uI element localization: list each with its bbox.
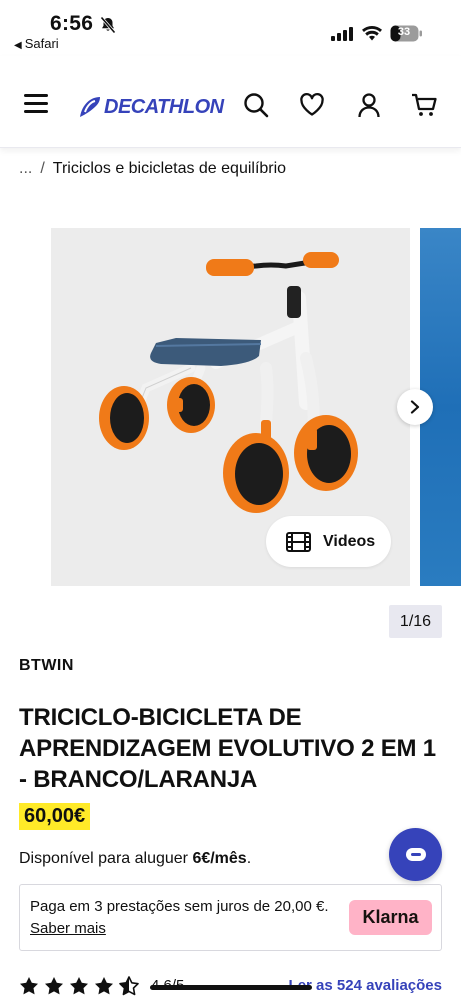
- breadcrumb-current[interactable]: Triciclos e bicicletas de equilíbrio: [53, 160, 286, 177]
- search-icon[interactable]: [243, 92, 269, 118]
- klarna-text: Paga em 3 prestações sem juros de 20,00 …: [30, 896, 335, 940]
- klarna-learn-more-link[interactable]: Saber mais: [30, 920, 106, 937]
- image-counter: 1/16: [389, 605, 442, 638]
- star-full-icon: [95, 977, 113, 995]
- star-full-icon: [70, 977, 88, 995]
- decathlon-logo-icon: [80, 97, 100, 117]
- klarna-message: Paga em 3 prestações sem juros de 20,00 …: [30, 898, 329, 915]
- star-rating: [19, 976, 144, 996]
- hamburger-menu-icon[interactable]: [24, 94, 48, 114]
- videos-button[interactable]: Videos: [266, 516, 391, 567]
- product-price: 60,00€: [19, 803, 91, 830]
- videos-label: Videos: [323, 532, 376, 550]
- rental-info: Disponível para aluguer 6€/mês.: [19, 850, 251, 868]
- star-half-icon: [119, 976, 139, 996]
- cellular-signal-icon: [331, 27, 353, 41]
- bell-muted-icon: [100, 16, 116, 34]
- site-header: DECATHLON: [0, 56, 461, 148]
- film-icon: [286, 531, 311, 552]
- klarna-installments-box: Paga em 3 prestações sem juros de 20,00 …: [19, 884, 442, 951]
- shopping-cart-icon[interactable]: [411, 92, 437, 118]
- breadcrumb: ... / Triciclos e bicicletas de equilíbrio: [19, 160, 286, 178]
- battery-level: 33: [397, 26, 411, 38]
- next-image-button[interactable]: [397, 389, 433, 425]
- home-indicator[interactable]: [150, 985, 312, 990]
- back-app-label: Safari: [24, 36, 59, 51]
- chat-bubble-icon: [405, 847, 426, 861]
- status-bar: 6:56 ◀ Safari 33: [0, 0, 461, 56]
- product-title: TRICICLO-BICICLETA DE APRENDIZAGEM EVOLU…: [19, 704, 436, 793]
- breadcrumb-separator: /: [40, 160, 45, 177]
- chevron-right-icon: [410, 400, 420, 414]
- rental-prefix: Disponível para aluguer: [19, 850, 193, 867]
- logo-text: DECATHLON: [104, 95, 224, 118]
- back-to-app-link[interactable]: ◀ Safari: [14, 36, 59, 51]
- status-time: 6:56: [50, 12, 94, 35]
- decathlon-logo[interactable]: DECATHLON: [78, 95, 224, 119]
- klarna-logo: Klarna: [349, 900, 432, 935]
- user-account-icon[interactable]: [356, 92, 382, 118]
- rental-price: 6€/mês: [192, 850, 247, 867]
- star-full-icon: [45, 977, 63, 995]
- star-full-icon: [20, 977, 38, 995]
- rental-suffix: .: [246, 850, 252, 867]
- breadcrumb-ellipsis[interactable]: ...: [19, 160, 32, 177]
- product-brand[interactable]: BTWIN: [19, 657, 74, 675]
- wifi-icon: [362, 25, 382, 41]
- chat-button[interactable]: [389, 828, 442, 881]
- heart-icon[interactable]: [299, 92, 325, 118]
- back-triangle-icon: ◀: [14, 40, 22, 51]
